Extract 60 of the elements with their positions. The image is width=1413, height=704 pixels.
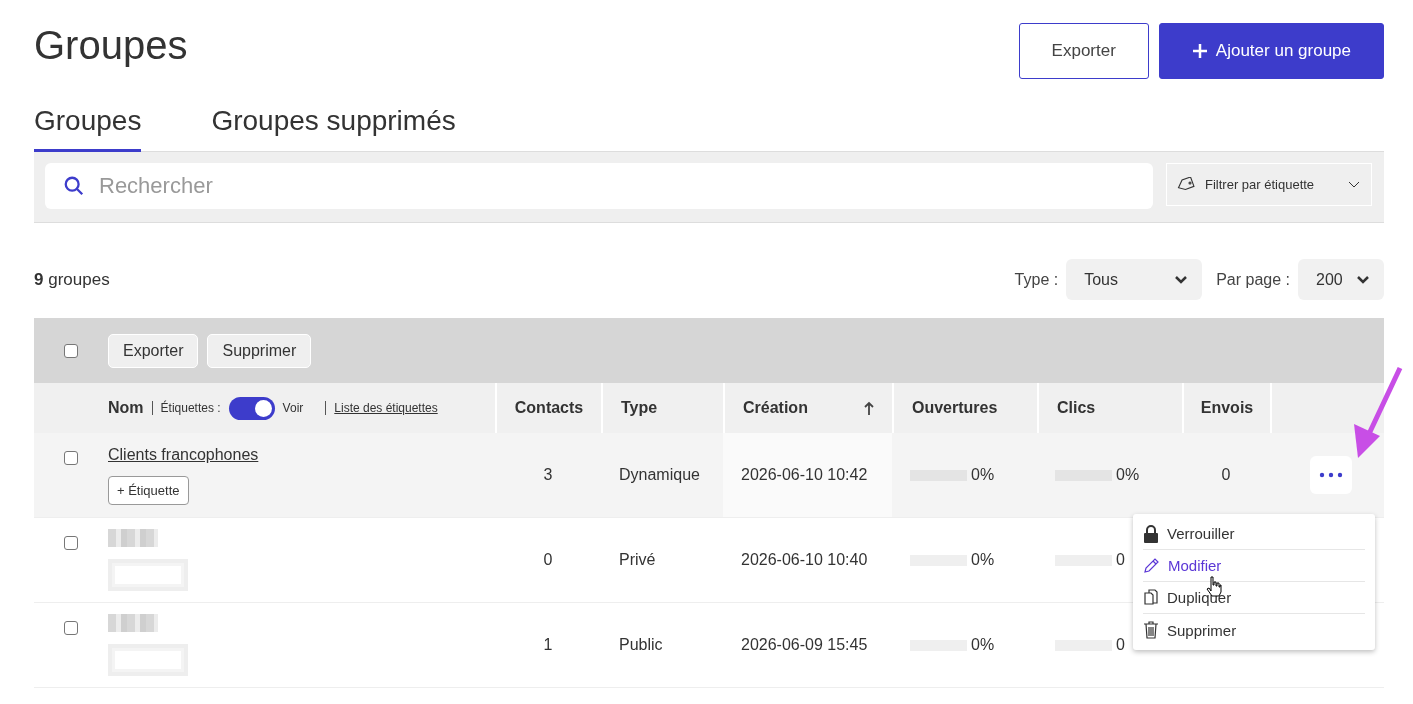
- table-cell: 0%: [971, 466, 995, 484]
- trash-icon: [1143, 621, 1159, 639]
- tags-list-link[interactable]: Liste des étiquettes: [334, 401, 438, 415]
- table-cell: 0: [1116, 551, 1125, 569]
- column-header[interactable]: Ouvertures: [912, 399, 998, 417]
- lock-icon: [1143, 524, 1159, 543]
- checkbox[interactable]: [64, 621, 78, 635]
- add-group-button[interactable]: Ajouter un groupe: [1158, 23, 1384, 79]
- checkbox[interactable]: [64, 451, 78, 465]
- column-header[interactable]: Création: [743, 399, 808, 417]
- search-icon: [63, 175, 85, 197]
- table-cell: Public: [619, 636, 663, 654]
- column-header[interactable]: Nom: [108, 399, 144, 417]
- table-cell: 0%: [1116, 466, 1140, 484]
- checkbox[interactable]: [64, 343, 78, 358]
- table-cell: 2026-06-10 10:40: [741, 551, 868, 569]
- tag-filter-dropdown[interactable]: Filtrer par étiquette: [1166, 163, 1372, 206]
- bulk-action-button[interactable]: Exporter: [108, 333, 199, 368]
- export-button[interactable]: Exporter: [1018, 23, 1149, 79]
- table-cell: 0%: [971, 636, 995, 654]
- column-header[interactable]: Envois: [1200, 399, 1254, 417]
- more-icon: [1319, 472, 1343, 478]
- table-cell: 0: [1116, 636, 1125, 654]
- column-header[interactable]: Contacts: [514, 399, 584, 417]
- more-button[interactable]: [1310, 456, 1352, 494]
- menu-item[interactable]: Supprimer: [1143, 614, 1365, 646]
- table-cell: Dynamique: [619, 466, 700, 484]
- toggle-switch[interactable]: [228, 396, 275, 420]
- page-title: Groupes: [34, 23, 188, 67]
- tag-icon: [1177, 176, 1195, 193]
- per-page-label: Par page :: [1216, 270, 1290, 289]
- table-cell: 0%: [971, 551, 995, 569]
- menu-item[interactable]: Verrouiller: [1143, 518, 1365, 550]
- table-cell: 3: [543, 466, 553, 484]
- chevron-down-icon: [1347, 179, 1361, 190]
- type-select[interactable]: Tous: [1066, 259, 1203, 300]
- copy-icon: [1143, 588, 1159, 607]
- plus-icon: [1191, 43, 1208, 59]
- table-cell: 0: [1221, 466, 1231, 484]
- bulk-action-button[interactable]: Supprimer: [207, 333, 312, 368]
- tags-label: Étiquettes :: [160, 401, 221, 415]
- table-cell: 0: [543, 551, 553, 569]
- column-header[interactable]: Clics: [1057, 399, 1096, 417]
- pencil-icon: [1143, 557, 1160, 574]
- per-page-select[interactable]: 200: [1298, 259, 1384, 300]
- tab[interactable]: Groupes supprimés: [211, 105, 456, 152]
- chevron-down-icon: [1356, 274, 1370, 285]
- table-cell: 2026-06-10 10:42: [741, 466, 868, 484]
- group-name-link[interactable]: Clients francophones: [108, 445, 259, 464]
- table-cell: Privé: [619, 551, 656, 569]
- group-count: 9 groupes: [34, 269, 110, 290]
- table-cell: 1: [543, 636, 553, 654]
- checkbox[interactable]: [64, 536, 78, 550]
- toggle-label: Voir: [282, 401, 304, 415]
- search-field[interactable]: Rechercher: [45, 163, 1153, 209]
- type-label: Type :: [1014, 270, 1059, 289]
- table-cell: 2026-06-09 15:45: [741, 636, 868, 654]
- add-tag-button[interactable]: + Étiquette: [108, 475, 189, 505]
- column-header[interactable]: Type: [621, 399, 658, 417]
- chevron-down-icon: [1174, 274, 1189, 285]
